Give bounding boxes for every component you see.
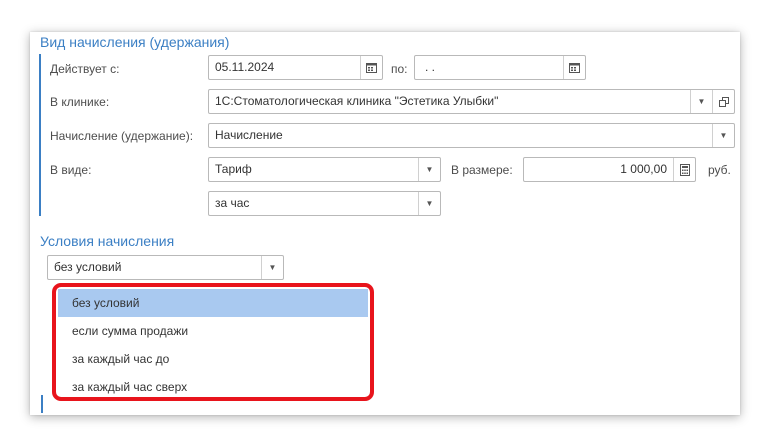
chevron-down-icon[interactable]: ▼ — [690, 90, 712, 113]
dropdown-option[interactable]: без условий — [58, 289, 368, 317]
accrual-label: Начисление (удержание): — [50, 129, 194, 143]
kind-value: Тариф — [215, 162, 252, 176]
chevron-down-icon[interactable]: ▼ — [261, 256, 283, 279]
accrual-value: Начисление — [215, 128, 283, 142]
dropdown-option[interactable]: за каждый час до — [58, 345, 368, 373]
open-window-icon[interactable] — [712, 90, 734, 113]
amount-label: В размере: — [451, 163, 513, 177]
chevron-down-icon[interactable]: ▼ — [418, 158, 440, 181]
section-title-accrual-kind: Вид начисления (удержания) — [40, 34, 230, 50]
kind-field[interactable]: Тариф ▼ — [208, 157, 441, 182]
chevron-down-icon[interactable]: ▼ — [418, 192, 440, 215]
section-accent-bar — [39, 54, 41, 216]
amount-field[interactable]: 1 000,00 — [523, 157, 696, 182]
valid-from-label: Действует с: — [50, 62, 120, 76]
conditions-value: без условий — [54, 260, 122, 274]
date-to-label: по: — [391, 62, 408, 76]
section-accent-bar — [41, 395, 43, 413]
chevron-down-icon[interactable]: ▼ — [712, 124, 734, 147]
calendar-icon[interactable] — [563, 56, 585, 79]
calculator-icon[interactable] — [673, 158, 695, 181]
amount-value: 1 000,00 — [620, 162, 667, 176]
conditions-dropdown-list: без условий если сумма продажи за каждый… — [52, 283, 374, 401]
conditions-field[interactable]: без условий ▼ — [47, 255, 284, 280]
accrual-field[interactable]: Начисление ▼ — [208, 123, 735, 148]
calendar-icon[interactable] — [360, 56, 382, 79]
kind-label: В виде: — [50, 163, 92, 177]
date-from-value: 05.11.2024 — [215, 60, 275, 74]
currency-label: руб. — [708, 163, 731, 177]
clinic-value: 1С:Стоматологическая клиника "Эстетика У… — [215, 94, 499, 108]
dropdown-option[interactable]: за каждый час сверх — [58, 373, 368, 397]
period-field[interactable]: за час ▼ — [208, 191, 441, 216]
clinic-label: В клинике: — [50, 95, 110, 109]
period-value: за час — [215, 196, 250, 210]
dropdown-option[interactable]: если сумма продажи — [58, 317, 368, 345]
section-title-conditions: Условия начисления — [40, 233, 175, 249]
clinic-field[interactable]: 1С:Стоматологическая клиника "Эстетика У… — [208, 89, 735, 114]
date-to-field[interactable]: . . — [414, 55, 586, 80]
date-to-value: . . — [425, 60, 436, 74]
date-from-field[interactable]: 05.11.2024 — [208, 55, 383, 80]
